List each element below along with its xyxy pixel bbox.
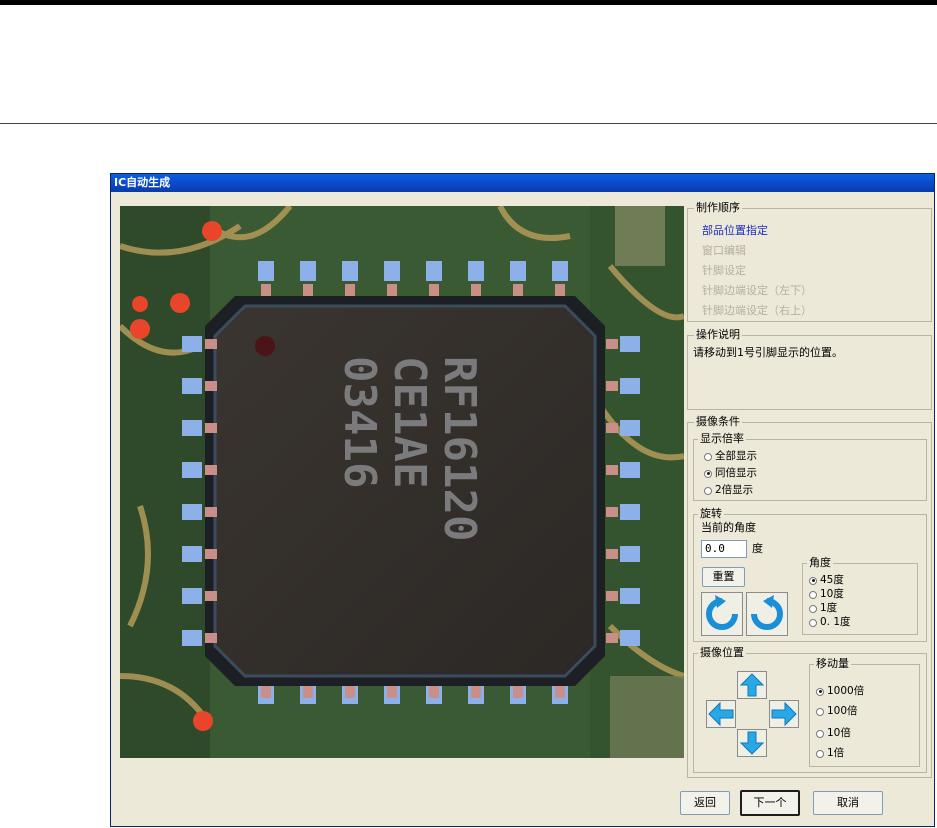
angle-option-10[interactable]: 10度	[809, 588, 844, 601]
camera-position-legend: 摄像位置	[698, 646, 746, 660]
move-option-100x[interactable]: 100倍	[816, 705, 858, 718]
step-pin-setting: 针脚设定	[702, 264, 746, 277]
rotate-cw-button[interactable]	[746, 592, 788, 636]
rotate-ccw-icon	[706, 595, 738, 630]
reset-button[interactable]: 重置	[702, 567, 745, 587]
instructions-group: 操作说明 请移动到1号引脚显示的位置。	[687, 328, 932, 410]
top-rule	[0, 0, 937, 5]
current-angle-field[interactable]: 0.0	[701, 540, 747, 558]
display-zoom-group: 显示倍率 全部显示 同倍显示 2倍显示	[693, 432, 927, 501]
radio-icon	[816, 707, 824, 716]
radio-icon	[704, 452, 712, 461]
step-window-edit: 窗口编辑	[702, 244, 746, 257]
radio-selected-icon	[809, 576, 817, 585]
arrow-down-icon	[739, 731, 765, 755]
move-option-1000x[interactable]: 1000倍	[816, 685, 864, 698]
camera-position-group: 摄像位置 移动量 1000倍 100倍 10倍 1倍	[693, 646, 927, 773]
move-option-10x[interactable]: 10倍	[816, 727, 851, 740]
arrow-up-icon	[739, 673, 765, 697]
chip-marking-line-2: CE1AE	[384, 356, 435, 488]
cancel-button[interactable]: 取消	[813, 791, 883, 815]
arrow-right-icon	[771, 701, 797, 727]
step-part-position: 部品位置指定	[702, 224, 768, 237]
move-option-1x[interactable]: 1倍	[816, 747, 844, 760]
radio-icon	[809, 604, 817, 613]
radio-icon	[816, 749, 824, 758]
move-left-button[interactable]	[706, 700, 736, 728]
camera-conditions-legend: 摄像条件	[694, 415, 742, 429]
display-zoom-legend: 显示倍率	[698, 432, 746, 446]
radio-icon	[809, 618, 817, 627]
zoom-option-same[interactable]: 同倍显示	[704, 467, 757, 480]
current-angle-label: 当前的角度	[701, 521, 756, 534]
section-rule	[0, 123, 937, 124]
rotate-cw-icon	[751, 595, 783, 630]
back-button[interactable]: 返回	[680, 791, 730, 815]
radio-selected-icon	[816, 687, 824, 696]
procedure-group: 制作顺序 部品位置指定 窗口编辑 针脚设定 针脚边端设定（左下） 针脚边端设定（…	[687, 201, 932, 322]
radio-icon	[809, 590, 817, 599]
angle-step-legend: 角度	[807, 556, 833, 570]
move-right-button[interactable]	[769, 700, 799, 728]
pcb-camera-image: RF16120 CE1AE 03416	[120, 206, 684, 758]
ic-auto-generate-dialog: IC自动生成 RF16120 CE1AE 03416 制作顺序 部品位置指定 窗…	[110, 173, 935, 827]
step-pin-edge-lower-left: 针脚边端设定（左下）	[702, 284, 812, 297]
procedure-legend: 制作顺序	[694, 201, 742, 215]
instructions-legend: 操作说明	[694, 328, 742, 342]
step-pin-edge-upper-right: 针脚边端设定（右上）	[702, 304, 812, 317]
camera-image-viewer[interactable]: RF16120 CE1AE 03416	[120, 206, 684, 758]
move-up-button[interactable]	[737, 671, 767, 699]
instructions-text: 请移动到1号引脚显示的位置。	[693, 346, 843, 359]
rotate-ccw-button[interactable]	[701, 592, 743, 636]
move-amount-group: 移动量 1000倍 100倍 10倍 1倍	[809, 657, 920, 767]
rotation-group: 旋转 当前的角度 0.0 度 重置 角度 45度 10度 1度 0. 1度	[693, 507, 927, 642]
radio-icon	[816, 729, 824, 738]
window-title: IC自动生成	[111, 174, 934, 192]
angle-option-1[interactable]: 1度	[809, 602, 837, 615]
zoom-option-2x[interactable]: 2倍显示	[704, 484, 753, 497]
angle-unit-label: 度	[752, 542, 763, 555]
arrow-left-icon	[708, 701, 734, 727]
radio-selected-icon	[704, 469, 712, 478]
zoom-option-all[interactable]: 全部显示	[704, 450, 757, 463]
angle-step-group: 角度 45度 10度 1度 0. 1度	[802, 556, 918, 635]
next-button[interactable]: 下一个	[740, 790, 800, 816]
chip-marking-line-1: RF16120	[434, 356, 485, 541]
move-amount-legend: 移动量	[814, 657, 851, 671]
move-down-button[interactable]	[737, 729, 767, 757]
rotation-legend: 旋转	[698, 507, 724, 521]
camera-conditions-group: 摄像条件 显示倍率 全部显示 同倍显示 2倍显示 旋转 当前的角度 0.0 度 …	[687, 415, 932, 778]
angle-option-0-1[interactable]: 0. 1度	[809, 616, 851, 629]
angle-option-45[interactable]: 45度	[809, 574, 844, 587]
radio-icon	[704, 486, 712, 495]
chip-marking-line-3: 03416	[334, 356, 385, 488]
